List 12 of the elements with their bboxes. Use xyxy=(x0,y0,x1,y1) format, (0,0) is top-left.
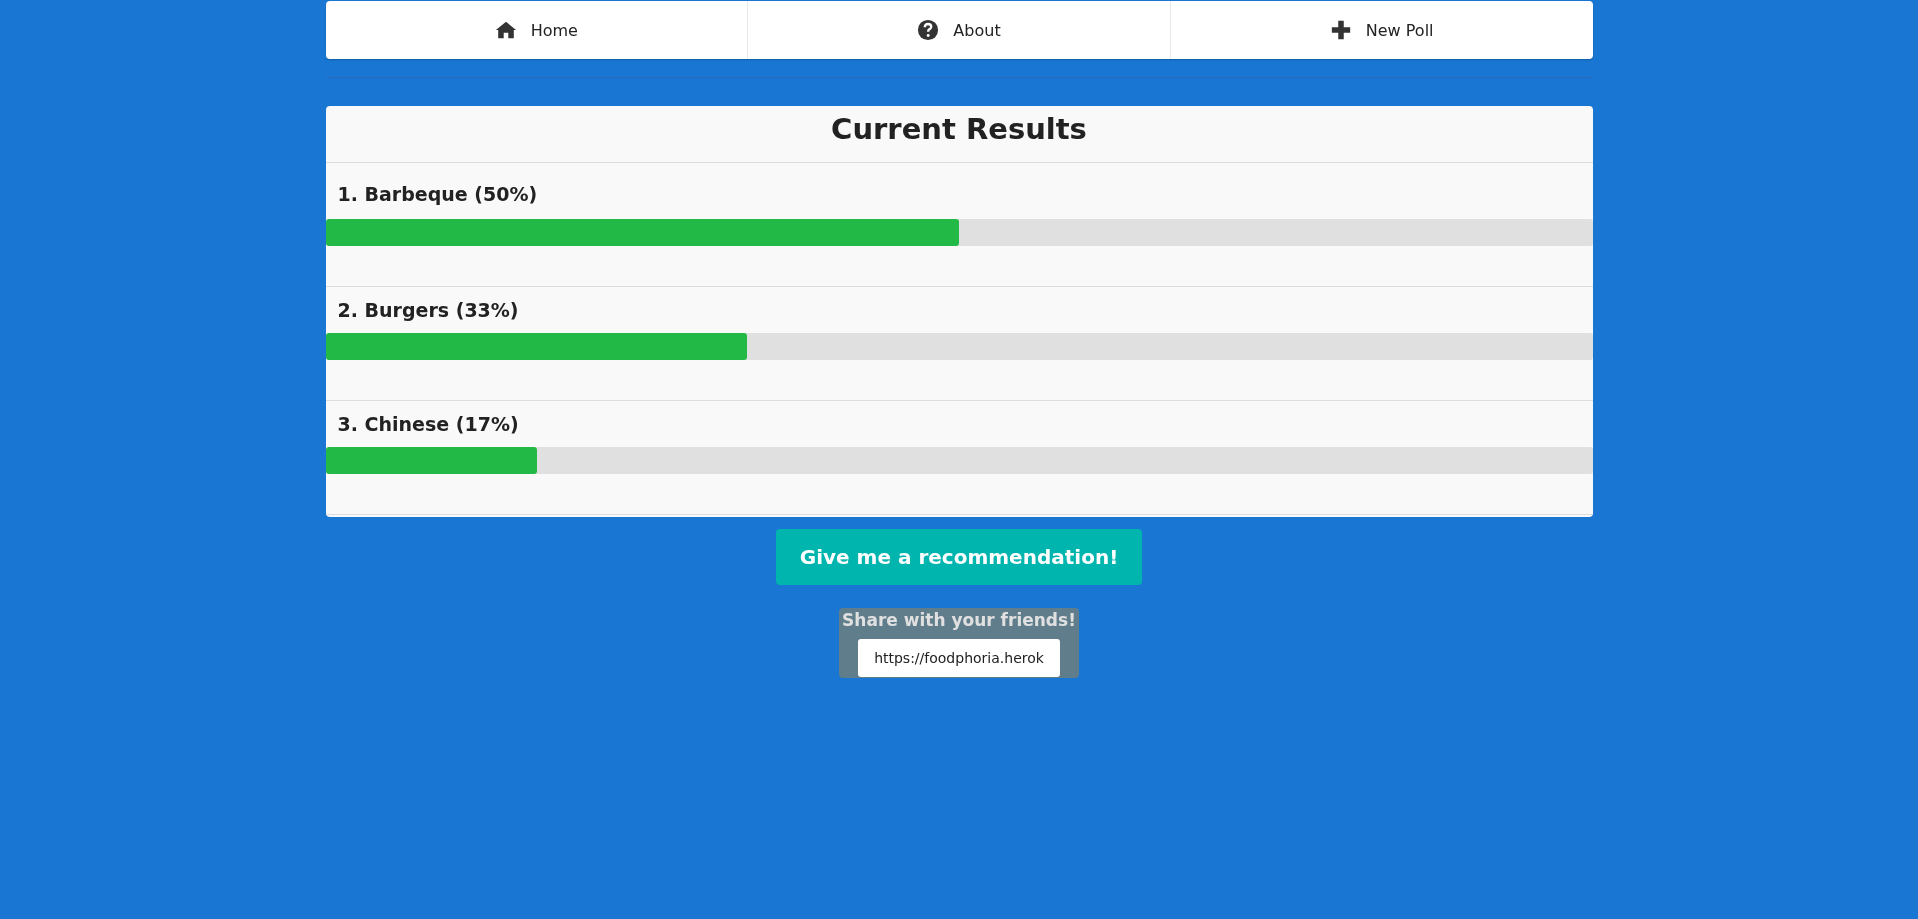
home-icon xyxy=(494,19,517,41)
nav-link[interactable]: About xyxy=(747,1,1170,59)
help-icon xyxy=(917,19,940,41)
option-label: 1. Barbeque (50%) xyxy=(336,183,539,205)
plus-icon xyxy=(1329,19,1352,41)
option-label: 3. Chinese (17%) xyxy=(336,413,520,435)
share-title: Share with your friends! xyxy=(842,609,1076,632)
results-title: Current Results xyxy=(325,106,1593,163)
option-label: 2. Burgers (33%) xyxy=(336,299,520,321)
nav-link[interactable]: New Poll xyxy=(1169,1,1593,59)
nav-link[interactable]: Home xyxy=(325,1,748,59)
share-link-field[interactable]: https://foodphoria.herok xyxy=(858,639,1060,677)
